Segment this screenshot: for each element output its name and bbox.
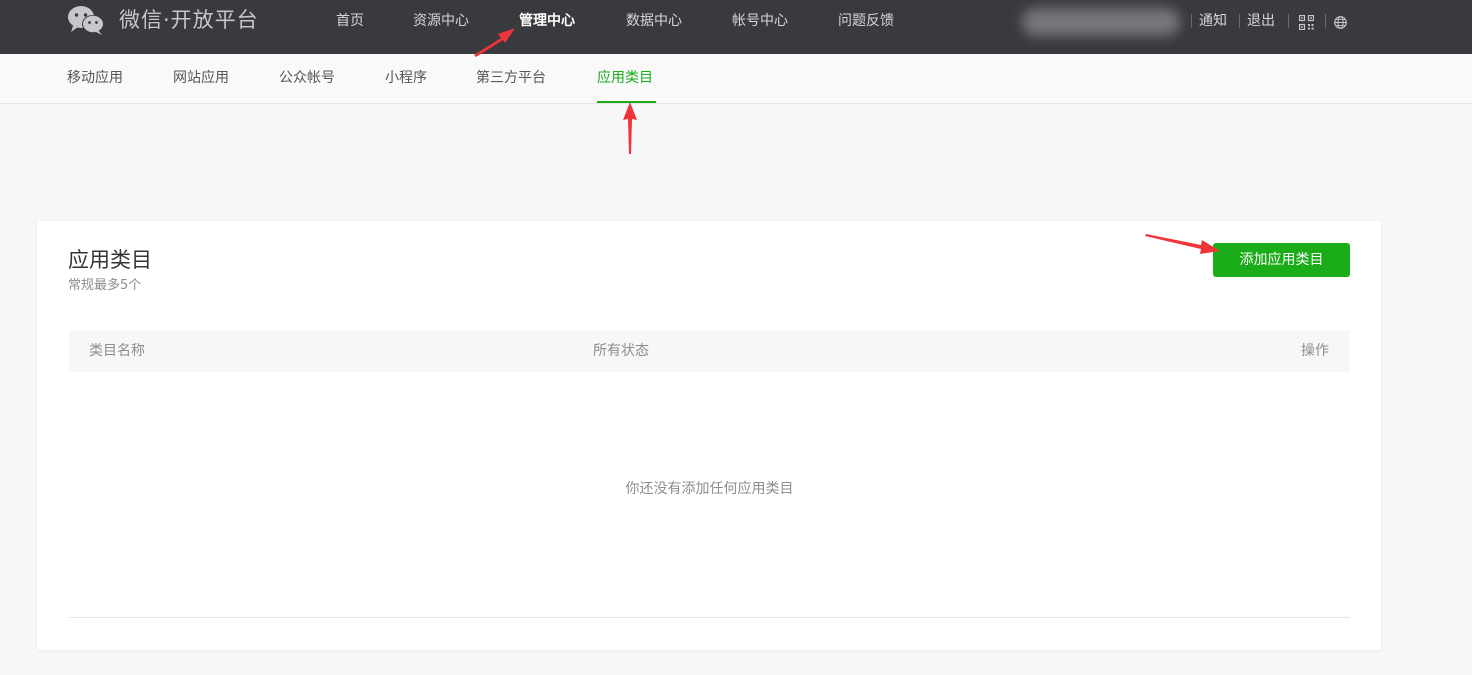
nav-account[interactable]: 帐号中心 — [732, 10, 788, 32]
add-app-category-button[interactable]: 添加应用类目 — [1213, 243, 1350, 277]
page-subtitle: 常规最多5个 — [68, 278, 142, 293]
divider — [69, 617, 1350, 618]
column-header-name: 类目名称 — [89, 343, 145, 359]
subnav-official-accounts[interactable]: 公众帐号 — [279, 68, 335, 88]
empty-state-text: 你还没有添加任何应用类目 — [625, 481, 794, 497]
annotation-arrow-icon — [474, 28, 515, 57]
column-header-action: 操作 — [1301, 343, 1329, 359]
user-name-blurred[interactable] — [1022, 8, 1180, 36]
nav-home[interactable]: 首页 — [336, 10, 364, 32]
divider — [1239, 14, 1240, 28]
brand-title[interactable]: 微信·开放平台 — [119, 7, 259, 33]
table-header: 类目名称 所有状态 操作 — [69, 330, 1350, 372]
sub-nav: 移动应用 网站应用 公众帐号 小程序 第三方平台 应用类目 — [0, 54, 1472, 104]
divider — [1191, 14, 1192, 28]
subnav-website-apps[interactable]: 网站应用 — [173, 68, 229, 88]
globe-icon[interactable] — [1334, 16, 1347, 29]
nav-feedback[interactable]: 问题反馈 — [838, 10, 894, 32]
nav-data[interactable]: 数据中心 — [626, 10, 682, 32]
nav-management[interactable]: 管理中心 — [519, 10, 575, 32]
top-header: 微信·开放平台 首页 资源中心 管理中心 数据中心 帐号中心 问题反馈 通知 退… — [0, 0, 1472, 54]
annotation-arrow-icon — [623, 102, 637, 154]
nav-resources[interactable]: 资源中心 — [413, 10, 469, 32]
qrcode-icon[interactable] — [1299, 15, 1314, 30]
subnav-mobile-apps[interactable]: 移动应用 — [67, 68, 123, 88]
page-title: 应用类目 — [68, 248, 152, 272]
wechat-logo-icon[interactable] — [67, 4, 105, 36]
divider — [1288, 14, 1289, 28]
divider — [1325, 14, 1326, 28]
logout-link[interactable]: 退出 — [1247, 11, 1275, 31]
app-category-card: 应用类目 常规最多5个 添加应用类目 类目名称 所有状态 操作 你还没有添加任何… — [37, 221, 1381, 650]
notify-link[interactable]: 通知 — [1199, 11, 1227, 31]
subnav-third-party-platform[interactable]: 第三方平台 — [476, 68, 546, 88]
subnav-app-categories[interactable]: 应用类目 — [597, 68, 653, 88]
annotation-arrow-icon — [1145, 234, 1220, 254]
subnav-mini-programs[interactable]: 小程序 — [385, 68, 427, 88]
column-header-status[interactable]: 所有状态 — [593, 341, 649, 361]
